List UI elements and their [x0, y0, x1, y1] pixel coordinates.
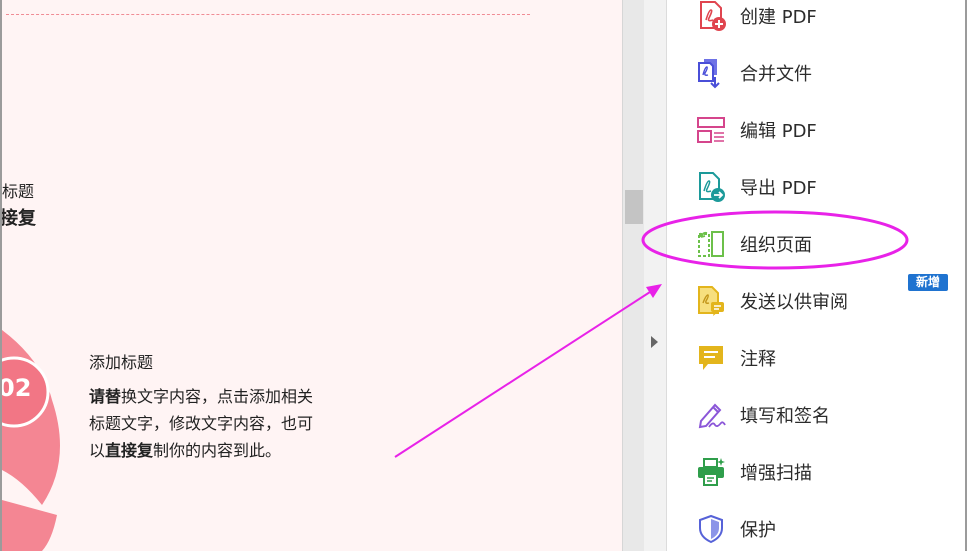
- tool-label: 组织页面: [740, 235, 812, 256]
- tool-label: 填写和签名: [740, 406, 830, 427]
- tool-organize-pages[interactable]: 组织页面: [695, 224, 945, 264]
- document-canvas[interactable]: 标题 接复 02 添加标题 请替换文字内容，点击添加相关 标题文字，修改文字内容…: [0, 0, 622, 551]
- tool-combine-files[interactable]: 合并文件: [695, 53, 945, 93]
- tool-edit-pdf[interactable]: 编辑 PDF: [695, 110, 945, 150]
- tool-label: 发送以供审阅: [740, 292, 848, 313]
- protect-icon: [699, 514, 723, 544]
- expand-arrow-icon[interactable]: [651, 336, 658, 348]
- create-pdf-icon: [700, 1, 726, 31]
- tool-fill-and-sign[interactable]: 填写和签名: [695, 395, 945, 435]
- decorative-petal-shapes: [2, 330, 60, 551]
- tool-protect[interactable]: 保护: [695, 509, 945, 549]
- vertical-scrollbar[interactable]: [622, 0, 644, 551]
- tool-label: 导出 PDF: [740, 178, 817, 199]
- tool-label: 编辑 PDF: [740, 121, 817, 142]
- export-pdf-icon: [699, 172, 725, 202]
- tool-label: 合并文件: [740, 64, 812, 85]
- edit-pdf-icon: [697, 117, 725, 143]
- tool-label: 创建 PDF: [740, 7, 817, 28]
- section-title: 添加标题: [89, 353, 154, 372]
- comment-icon: [699, 346, 723, 370]
- dashed-divider: [6, 14, 530, 15]
- new-badge: 新增: [908, 274, 948, 291]
- section-number-badge: 02: [0, 374, 32, 402]
- fill-sign-icon: [698, 403, 726, 429]
- tool-label: 注释: [740, 349, 776, 370]
- tool-export-pdf[interactable]: 导出 PDF: [695, 167, 945, 207]
- section-body-text: 请替换文字内容，点击添加相关 标题文字，修改文字内容，也可 以直接复制你的内容到…: [89, 387, 314, 460]
- tool-enhance-scan[interactable]: 增强扫描: [695, 452, 945, 492]
- tool-label: 保护: [740, 520, 776, 541]
- send-for-review-icon: [698, 286, 724, 316]
- tool-create-pdf[interactable]: 创建 PDF: [695, 0, 945, 36]
- enhance-scan-icon: [698, 458, 725, 486]
- combine-files-icon: [698, 59, 720, 89]
- tool-comment[interactable]: 注释: [695, 338, 945, 378]
- organize-pages-icon: [698, 231, 724, 257]
- panel-collapse-strip[interactable]: [644, 0, 667, 551]
- scrollbar-thumb[interactable]: [625, 190, 643, 224]
- tool-label: 增强扫描: [740, 463, 812, 484]
